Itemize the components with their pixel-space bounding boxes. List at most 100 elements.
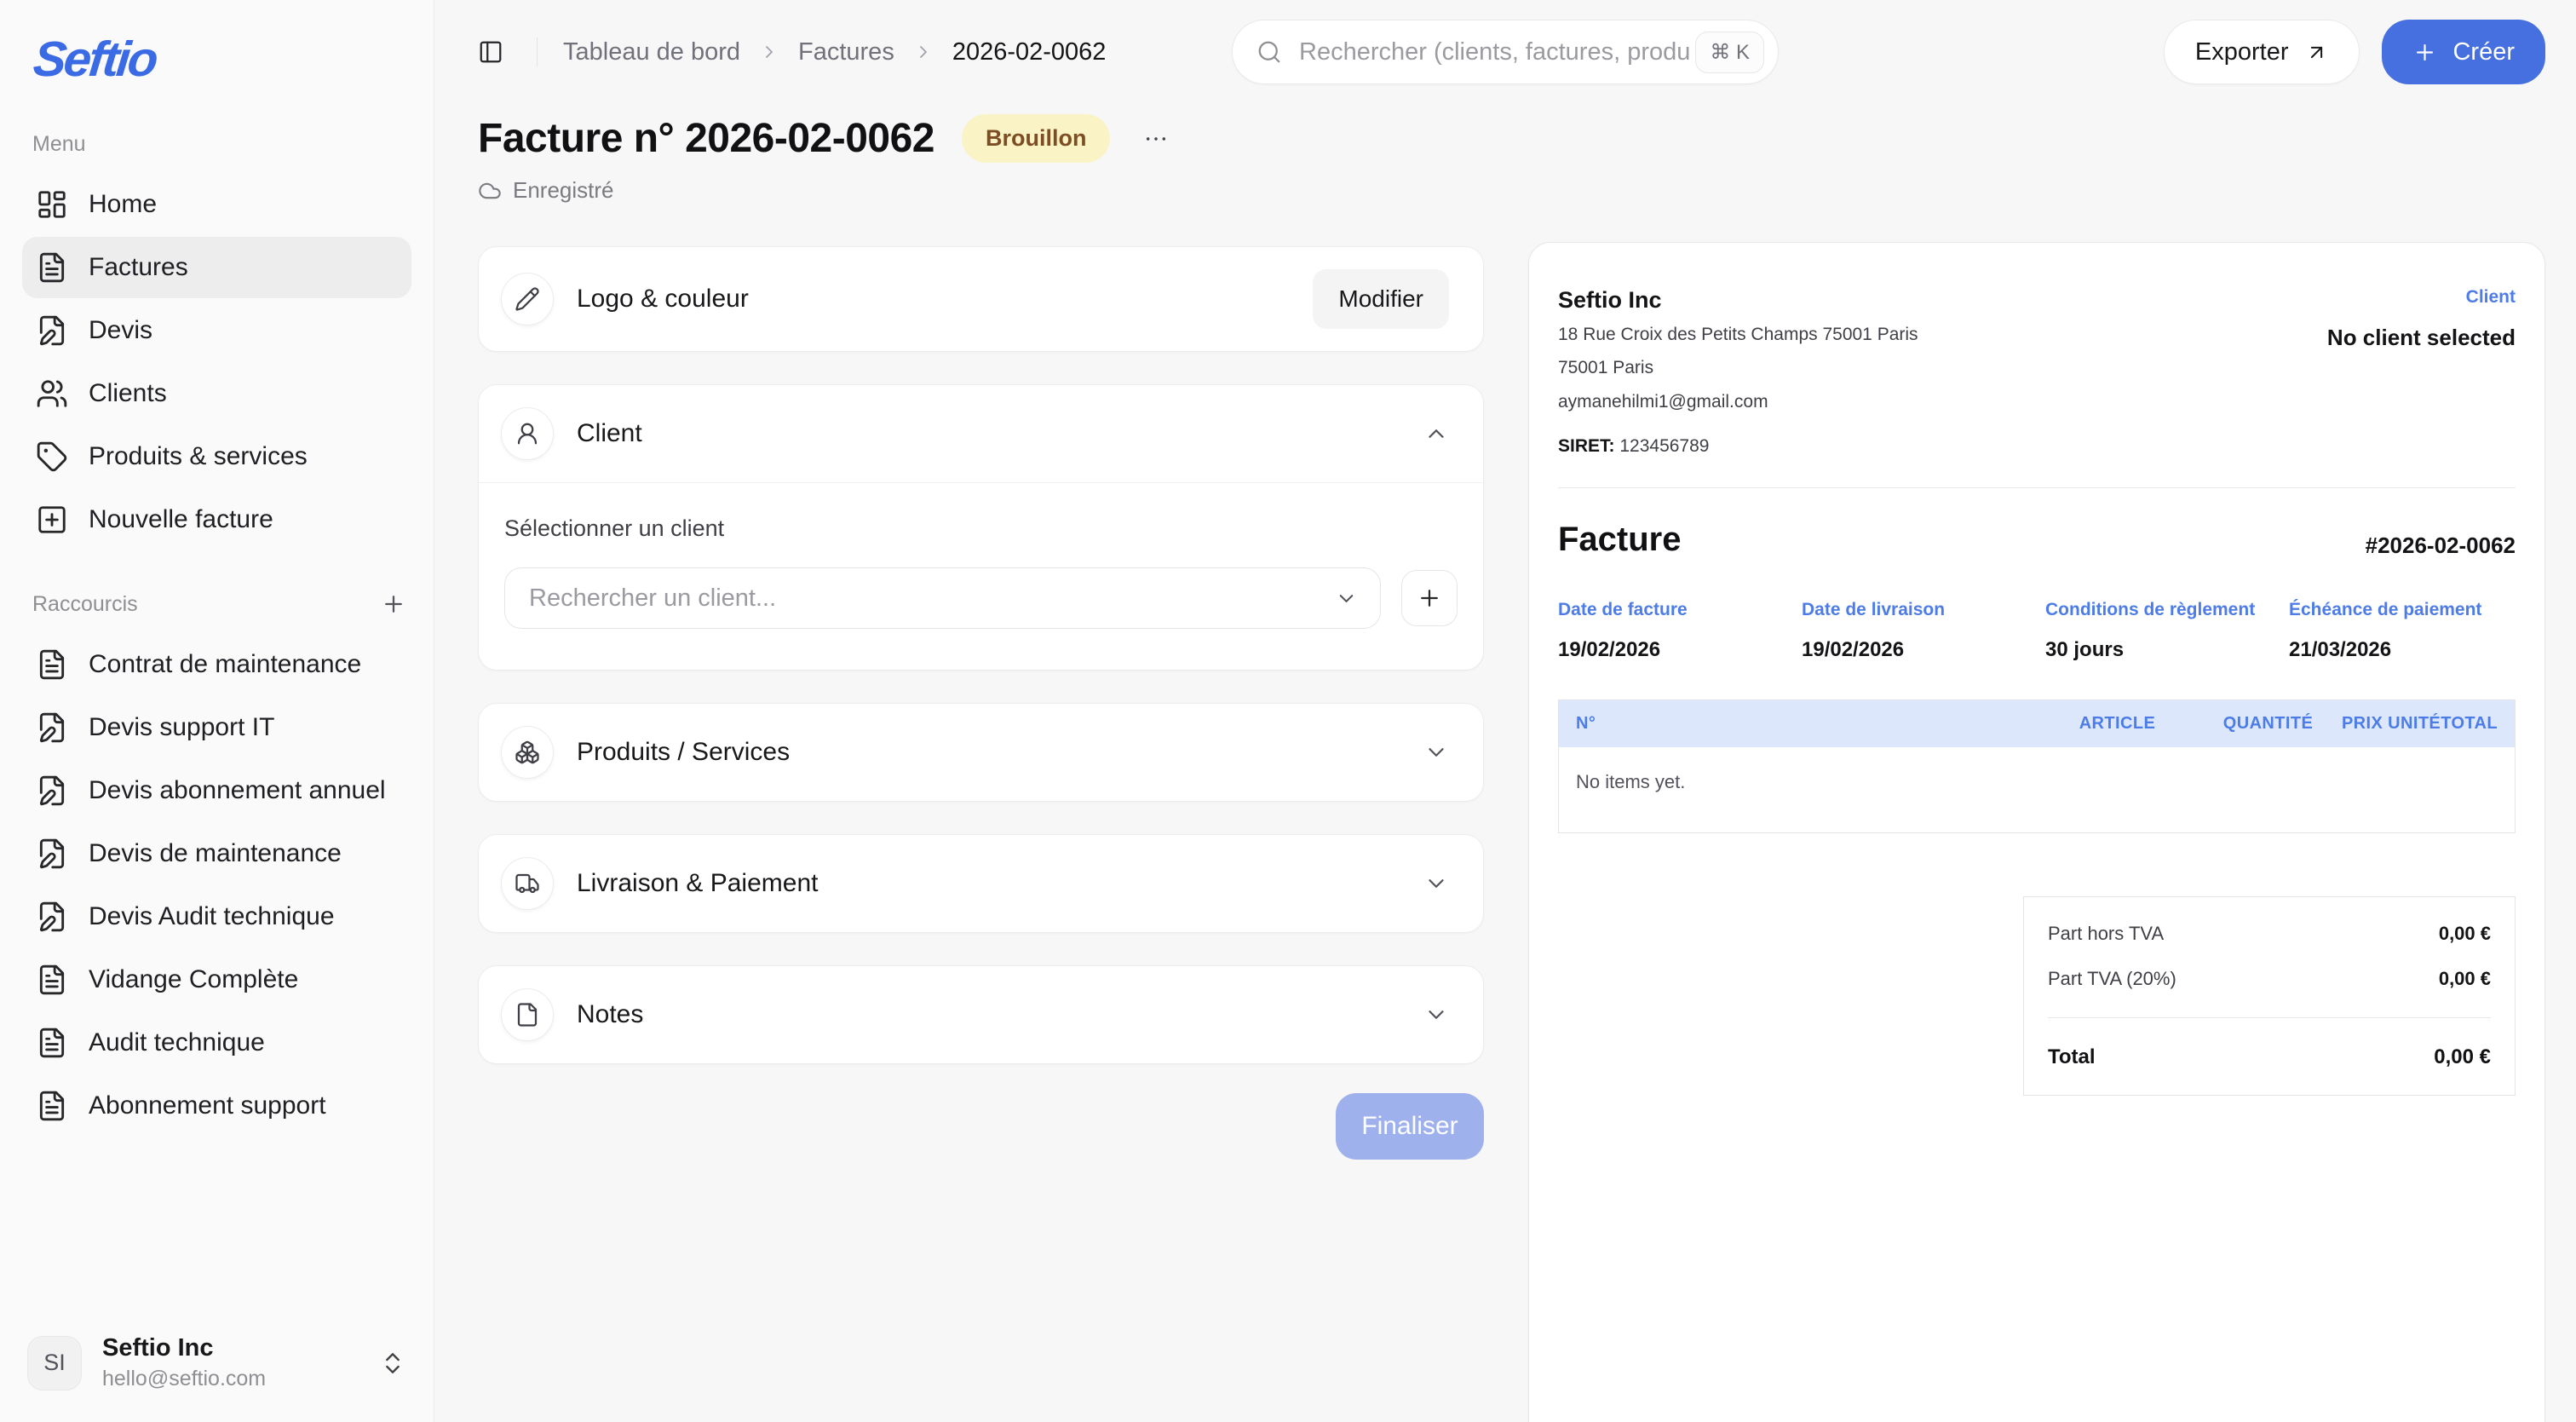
cloud-icon [478,179,502,203]
section-livraison-paiement: Livraison & Paiement [478,834,1484,933]
export-button[interactable]: Exporter [2164,20,2360,84]
client-select[interactable]: Rechercher un client... [504,567,1381,629]
section-notes-header[interactable]: Notes [479,966,1483,1063]
breadcrumb-current: 2026-02-0062 [952,38,1107,66]
grand-total-row: Total 0,00 € [2048,1045,2491,1069]
doc-title: Facture [1558,521,1682,559]
app-window: Seftio Menu Home Factures Devis Clients [0,0,2576,1422]
create-button[interactable]: Créer [2382,20,2545,84]
section-logo-couleur: Logo & couleur Modifier [478,246,1484,352]
totals-row-value: 0,00 € [2439,923,2491,945]
sidebar-menu-item[interactable]: Home [22,174,411,235]
sidebar-toggle-button[interactable] [470,32,511,72]
chevron-down-icon [1423,871,1449,896]
meta-label: Date de facture [1558,600,1785,620]
sidebar-shortcut-item[interactable]: Devis Audit technique [22,886,411,947]
sidebar-shortcut-item[interactable]: Devis support IT [22,697,411,758]
search-input[interactable] [1297,37,1695,67]
doc-meta: Date de facture 19/02/2026 Date de livra… [1558,600,2516,662]
ellipsis-icon [1142,125,1170,153]
finalize-button[interactable]: Finaliser [1336,1093,1484,1160]
topbar-actions: Exporter Créer [2164,20,2545,84]
sidebar-shortcut-item[interactable]: Devis de maintenance [22,823,411,884]
items-table-column-header: N° [1576,714,2010,734]
avatar: SI [27,1336,82,1390]
shortcut-item-icon [36,838,68,870]
items-table-empty: No items yet. [1559,747,2515,832]
create-label: Créer [2452,38,2515,66]
section-client: Client Sélectionner un client Rechercher… [478,384,1484,671]
shortcut-item-label: Devis abonnement annuel [89,776,386,805]
save-status: Enregistré [478,177,1484,204]
status-badge: Brouillon [962,114,1110,163]
sidebar-shortcut-item[interactable]: Contrat de maintenance [22,634,411,695]
items-table-header: N°ARTICLEQUANTITÉPRIX UNITÉTOTAL [1559,700,2515,747]
truck-icon [501,857,554,910]
brand-logo[interactable]: Seftio [22,26,168,88]
sidebar-shortcut-item[interactable]: Audit technique [22,1012,411,1074]
section-client-title: Client [577,419,642,448]
section-notes: Notes [478,965,1484,1064]
sidebar-shortcuts: Contrat de maintenance Devis support IT … [22,634,411,1137]
shortcut-item-icon [36,648,68,681]
workspace-switcher[interactable]: SI Seftio Inc hello@seftio.com [22,1327,411,1398]
plus-icon [2412,40,2437,65]
section-livraison-header[interactable]: Livraison & Paiement [479,835,1483,932]
sidebar-menu-item[interactable]: Devis [22,300,411,361]
invoice-preview-card: Seftio Inc 18 Rue Croix des Petits Champ… [1528,242,2545,1422]
sidebar-shortcut-item[interactable]: Devis abonnement annuel [22,760,411,821]
sidebar-menu-item[interactable]: Clients [22,363,411,424]
topbar: Tableau de bord Factures 2026-02-0062 ⌘ … [434,0,2576,104]
boxes-icon [501,726,554,779]
totals-row-label: Part TVA (20%) [2048,968,2176,990]
chevrons-up-down-icon [379,1350,406,1377]
totals-row: Part hors TVA 0,00 € [2048,923,2491,945]
section-produits-services: Produits / Services [478,703,1484,802]
breadcrumb-factures[interactable]: Factures [798,38,894,66]
arrow-up-right-icon [2305,41,2328,64]
items-table-column-header: ARTICLE [2010,714,2155,734]
section-client-header[interactable]: Client [479,385,1483,482]
meta-value: 19/02/2026 [1802,638,2028,662]
totals-row: Part TVA (20%) 0,00 € [2048,968,2491,990]
global-search[interactable]: ⌘ K [1232,20,1779,84]
doc-meta-item: Date de facture 19/02/2026 [1558,600,1785,662]
more-actions-button[interactable] [1137,120,1175,158]
items-table-column-header: PRIX UNITÉ [2313,714,2441,734]
menu-item-icon [36,377,68,410]
sidebar-shortcut-item[interactable]: Abonnement support [22,1075,411,1137]
sidebar-menu-item[interactable]: Nouvelle facture [22,489,411,550]
add-client-button[interactable] [1401,570,1458,626]
shortcut-item-label: Devis support IT [89,713,274,742]
page-title: Facture n° 2026-02-0062 [478,115,934,162]
preview-header: Seftio Inc 18 Rue Croix des Petits Champ… [1558,287,2516,457]
topbar-divider [537,37,538,66]
invoice-preview-pane: Seftio Inc 18 Rue Croix des Petits Champ… [1528,114,2545,1422]
menu-item-label: Factures [89,253,188,282]
client-select-label: Sélectionner un client [504,515,1458,542]
sidebar-menu-item[interactable]: Produits & services [22,426,411,487]
menu-item-icon [36,440,68,473]
company-block: Seftio Inc 18 Rue Croix des Petits Champ… [1558,287,1918,457]
client-value: No client selected [2327,325,2516,351]
section-produits-header[interactable]: Produits / Services [479,704,1483,801]
sidebar-menu-item[interactable]: Factures [22,237,411,298]
menu-item-label: Home [89,190,157,219]
add-shortcut-icon[interactable] [381,591,406,617]
doc-number: #2026-02-0062 [2366,533,2516,559]
breadcrumb-dashboard[interactable]: Tableau de bord [563,38,740,66]
chevron-right-icon [913,42,934,62]
chevron-down-icon [1335,587,1358,610]
save-status-label: Enregistré [513,177,614,204]
menu-item-icon [36,251,68,284]
shortcut-item-icon [36,1027,68,1059]
shortcut-item-icon [36,774,68,807]
finalize-row: Finaliser [478,1093,1484,1160]
sidebar-shortcut-item[interactable]: Vidange Complète [22,949,411,1010]
chevron-right-icon [759,42,779,62]
totals-row-value: 0,00 € [2439,968,2491,990]
meta-label: Date de livraison [1802,600,2028,620]
menu-item-label: Nouvelle facture [89,505,273,534]
modify-logo-button[interactable]: Modifier [1313,269,1449,329]
menu-item-label: Devis [89,316,152,345]
